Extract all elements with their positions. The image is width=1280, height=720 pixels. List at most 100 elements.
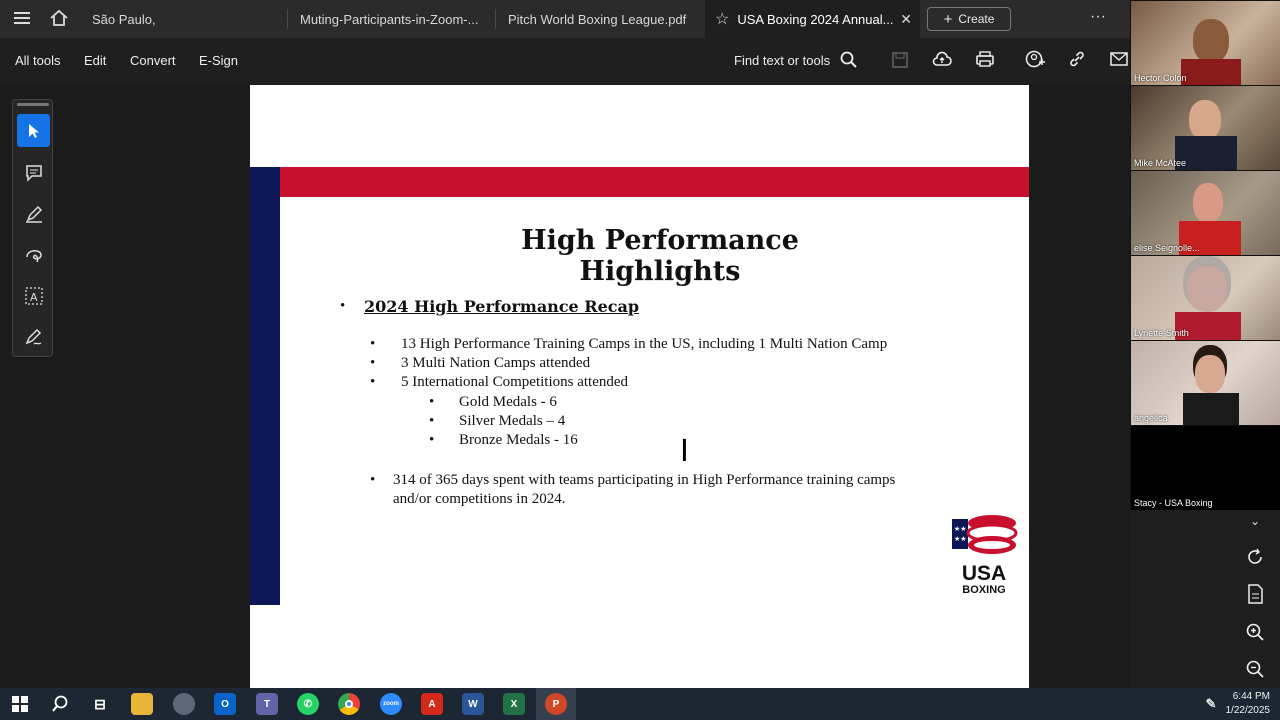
tab-label: São Paulo,	[92, 11, 156, 27]
page-thumbnail-icon[interactable]	[1244, 583, 1266, 605]
medal-item: Silver Medals – 4	[459, 413, 566, 429]
acrobat-icon[interactable]: A	[421, 693, 443, 715]
tab-usa-boxing-annual[interactable]: ☆ USA Boxing 2024 Annual... ✕	[705, 0, 920, 38]
tab-divider	[495, 9, 496, 29]
tab-muting-participants[interactable]: Muting-Participants-in-Zoom-...	[290, 0, 494, 38]
outlook-icon[interactable]: O	[214, 693, 236, 715]
powerpoint-icon[interactable]: P	[545, 693, 567, 715]
zoom-in-icon[interactable]	[1244, 621, 1266, 643]
search-icon[interactable]	[49, 693, 71, 715]
zoom-out-icon[interactable]	[1244, 658, 1266, 680]
file-explorer-icon[interactable]	[131, 693, 153, 715]
plus-icon: +	[943, 10, 953, 28]
participant-name: elise Seignolle...	[1134, 243, 1200, 253]
list-item: 13 High Performance Training Camps in th…	[401, 336, 888, 352]
tab-label: Pitch World Boxing League.pdf	[508, 11, 687, 27]
find-text-button[interactable]: Find text or tools	[734, 53, 830, 68]
participant-video[interactable]: Hector Colón	[1131, 1, 1280, 85]
svg-text:★★: ★★	[954, 535, 967, 543]
participant-video[interactable]: angelica	[1131, 341, 1280, 425]
convert-menu[interactable]: Convert	[130, 53, 176, 68]
participant-video[interactable]: Stacy - USA Boxing	[1131, 426, 1280, 510]
search-icon[interactable]	[840, 51, 858, 74]
all-tools-menu[interactable]: All tools	[15, 53, 61, 68]
participant-video[interactable]: elise Seignolle...	[1131, 171, 1280, 255]
windows-start-icon[interactable]	[9, 693, 31, 715]
bullet: •	[370, 374, 376, 390]
share-user-icon[interactable]	[1025, 50, 1045, 73]
chrome-icon[interactable]	[338, 693, 360, 715]
participant-shirt	[1181, 59, 1241, 85]
bullet: •	[429, 413, 435, 429]
bullet: •	[370, 472, 376, 488]
list-item: 3 Multi Nation Camps attended	[401, 355, 591, 371]
pdf-page: High Performance Highlights • 2024 High …	[250, 85, 1029, 688]
print-icon[interactable]	[975, 50, 995, 73]
upload-cloud-icon[interactable]	[932, 50, 952, 73]
svg-text:★★: ★★	[954, 525, 967, 533]
clock-time: 6:44 PM	[1232, 691, 1270, 702]
edit-menu[interactable]: Edit	[84, 53, 106, 68]
participant-video[interactable]: Lynette Smith	[1131, 256, 1280, 340]
highlight-pen-icon[interactable]	[17, 197, 50, 230]
days-line: 314 of 365 days spent with teams partici…	[393, 472, 896, 488]
tab-bar: São Paulo, Muting-Participants-in-Zoom-.…	[0, 0, 1130, 38]
tab-sao-paulo[interactable]: São Paulo,	[82, 0, 286, 38]
task-view-icon[interactable]: ⊟	[89, 693, 111, 715]
slide-title: High Performance Highlights	[521, 225, 799, 287]
create-button[interactable]: + Create	[927, 7, 1011, 31]
participant-face	[1193, 19, 1229, 63]
tab-pitch-world-boxing[interactable]: Pitch World Boxing League.pdf	[498, 0, 704, 38]
menu-icon[interactable]	[14, 11, 30, 25]
medal-item: Gold Medals - 6	[459, 394, 557, 410]
participant-face	[1195, 355, 1225, 393]
esign-menu[interactable]: E-Sign	[199, 53, 238, 68]
list-item: 5 International Competitions attended	[401, 374, 629, 390]
participant-video[interactable]: Mike McAtee	[1131, 86, 1280, 170]
more-options-icon[interactable]: ···	[1090, 8, 1106, 26]
excel-icon[interactable]: X	[503, 693, 525, 715]
medal-item: Bronze Medals - 16	[459, 432, 578, 448]
word-icon[interactable]: W	[462, 693, 484, 715]
tab-label: USA Boxing 2024 Annual...	[737, 11, 894, 27]
windows-taskbar: ⊟ O T ✆ zoom A W X P ✎ 6:44 PM 1/22/2025	[0, 688, 1280, 720]
navy-side-band	[250, 167, 280, 605]
participant-face	[1193, 183, 1223, 223]
bullet: •	[340, 298, 346, 314]
comment-tool-icon[interactable]	[17, 156, 50, 189]
participant-face	[1189, 100, 1221, 140]
create-label: Create	[958, 12, 995, 26]
svg-text:A: A	[30, 291, 38, 304]
participant-name: Hector Colón	[1134, 73, 1187, 83]
logo-text-boxing: BOXING	[962, 584, 1006, 596]
app-icon[interactable]	[173, 693, 195, 715]
zoom-icon[interactable]: zoom	[380, 693, 402, 715]
logo-text-usa: USA	[961, 562, 1007, 585]
system-clock[interactable]: 6:44 PM 1/22/2025	[1226, 690, 1271, 718]
chevron-down-icon[interactable]: ⌄	[1244, 510, 1266, 532]
select-tool-icon[interactable]	[17, 114, 50, 147]
bullet: •	[370, 355, 376, 371]
text-box-icon[interactable]: A	[17, 279, 50, 312]
red-header-band	[280, 167, 1029, 197]
participant-name: Lynette Smith	[1134, 328, 1189, 338]
whatsapp-icon[interactable]: ✆	[297, 693, 319, 715]
teams-icon[interactable]: T	[256, 693, 278, 715]
participant-name: Stacy - USA Boxing	[1134, 498, 1213, 508]
email-icon[interactable]	[1110, 52, 1128, 71]
star-icon[interactable]: ☆	[715, 9, 729, 29]
save-icon[interactable]	[891, 51, 909, 74]
sign-tool-icon[interactable]	[17, 320, 50, 353]
rotate-icon[interactable]	[1244, 546, 1266, 568]
close-tab-icon[interactable]: ✕	[900, 11, 912, 28]
right-nav-strip: ⌄	[1230, 510, 1280, 688]
tab-label: Muting-Participants-in-Zoom-...	[300, 11, 479, 27]
days-line: and/or competitions in 2024.	[393, 491, 566, 507]
draw-freehand-icon[interactable]	[17, 238, 50, 271]
link-icon[interactable]	[1068, 50, 1086, 73]
pen-icon[interactable]: ✎	[1200, 693, 1222, 715]
home-icon[interactable]	[49, 9, 69, 27]
panel-grip[interactable]	[17, 103, 49, 106]
text-cursor-icon: I	[680, 434, 689, 469]
tab-divider	[287, 9, 288, 29]
